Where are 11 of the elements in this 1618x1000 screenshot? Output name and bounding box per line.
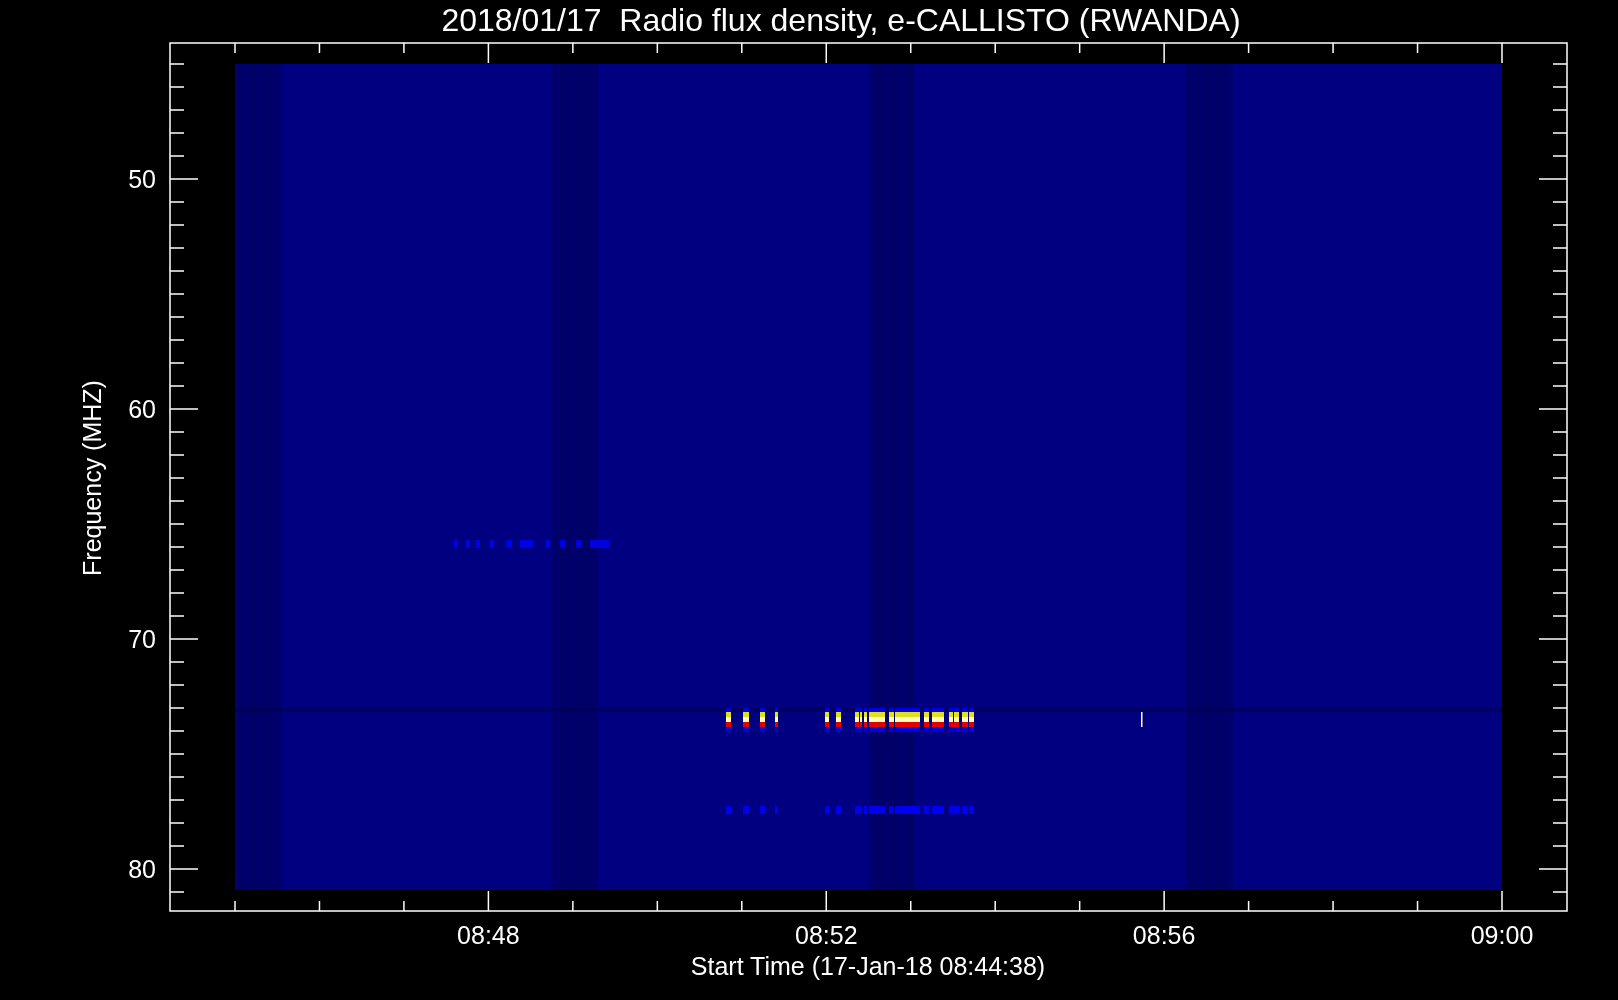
x-tick-label: 08:52 [795, 921, 858, 949]
y-tick-label: 80 [128, 855, 156, 883]
x-tick-label: 08:56 [1132, 921, 1196, 949]
y-tick-label: 60 [128, 395, 156, 423]
y-tick-label: 50 [128, 165, 156, 193]
x-axis-label: Start Time (17-Jan-18 08:44:38) [690, 952, 1046, 980]
chart-title: 2018/01/17 Radio flux density, e-CALLISTO (RWANDA) [441, 2, 1241, 38]
x-tick-label: 09:00 [1470, 921, 1534, 949]
y-tick-label: 70 [128, 625, 156, 653]
x-tick-label: 08:48 [457, 921, 520, 949]
y-axis-label: Frequency (MHZ) [78, 380, 106, 576]
